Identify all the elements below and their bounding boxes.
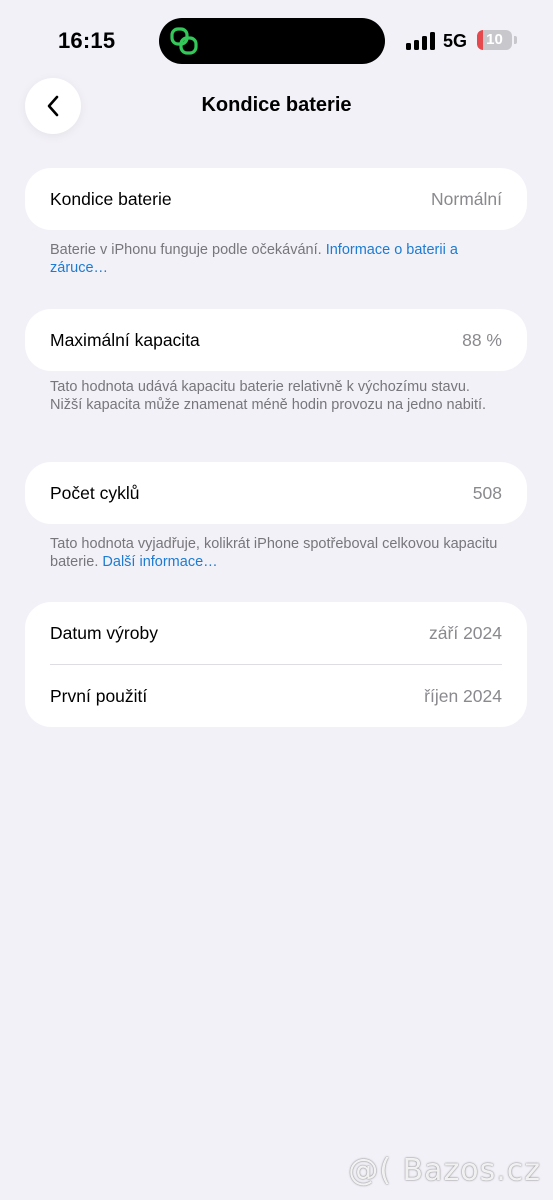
battery-health-row: Kondice baterie Normální [25, 168, 527, 230]
cycle-count-row: Počet cyklů 508 [25, 462, 527, 524]
manufacture-date-value: září 2024 [429, 622, 502, 643]
cycle-count-footnote: Tato hodnota vyjadřuje, kolikrát iPhone … [50, 535, 500, 571]
page-title: Kondice baterie [201, 94, 352, 116]
battery-cap [514, 36, 517, 44]
battery-health-value: Normální [431, 188, 502, 209]
cycle-count-value: 508 [472, 482, 502, 503]
max-capacity-value: 88 % [462, 329, 502, 350]
status-bar: 16:15 5G 10 [0, 0, 553, 80]
cycle-count-card: Počet cyklů 508 [25, 462, 527, 524]
battery-icon: 10 [477, 30, 512, 50]
more-info-link[interactable]: Další informace… [102, 554, 217, 570]
network-type: 5G [443, 31, 468, 51]
chain-link-icon [170, 27, 198, 55]
cycle-count-label: Počet cyklů [50, 482, 140, 503]
bazos-watermark: @( Bazos.cz [348, 1153, 541, 1188]
battery-level-text: 10 [486, 31, 503, 48]
max-capacity-footnote: Tato hodnota udává kapacitu baterie rela… [50, 379, 487, 413]
max-capacity-row: Maximální kapacita 88 % [25, 309, 527, 371]
max-capacity-label: Maximální kapacita [50, 329, 200, 350]
first-use-row: První použití říjen 2024 [25, 665, 527, 727]
cellular-signal-icon [406, 30, 435, 50]
first-use-value: říjen 2024 [424, 685, 502, 706]
dates-card: Datum výroby září 2024 První použití říj… [25, 602, 527, 727]
status-time: 16:15 [58, 28, 116, 53]
max-capacity-card: Maximální kapacita 88 % [25, 309, 527, 371]
battery-health-footnote: Baterie v iPhonu funguje podle očekávání… [50, 241, 500, 277]
battery-health-card: Kondice baterie Normální [25, 168, 527, 230]
manufacture-date-label: Datum výroby [50, 622, 158, 643]
first-use-label: První použití [50, 685, 148, 706]
manufacture-date-row: Datum výroby září 2024 [25, 602, 527, 664]
dynamic-island[interactable] [159, 18, 385, 64]
battery-health-label: Kondice baterie [50, 188, 172, 209]
battery-health-note: Baterie v iPhonu funguje podle očekávání… [50, 242, 326, 258]
